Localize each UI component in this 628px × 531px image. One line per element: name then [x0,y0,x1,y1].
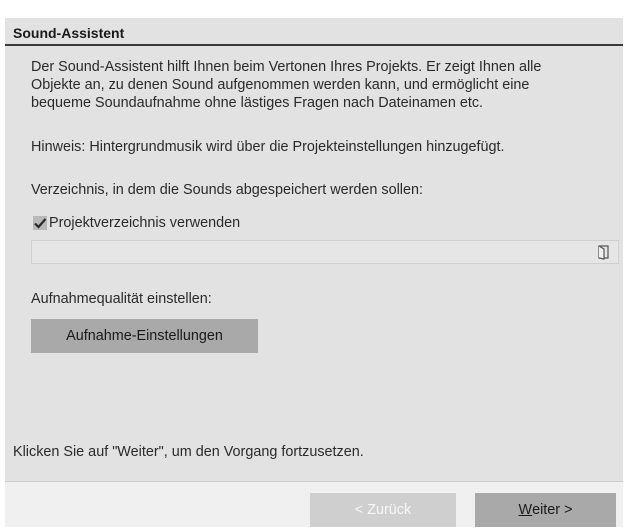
sound-assistant-dialog: Sound-Assistent Der Sound-Assistent hilf… [5,18,623,527]
intro-line-1: Der Sound-Assistent hilft Ihnen beim Ver… [31,59,542,75]
dialog-title: Sound-Assistent [13,25,125,41]
back-button[interactable]: < Zurück [310,493,456,527]
next-button[interactable]: Weiter > [475,493,616,527]
header-divider [5,44,623,46]
button-bar: < Zurück Weiter > [5,481,623,527]
browse-folder-button[interactable] [596,244,612,260]
next-button-mnemonic: W [518,502,533,518]
hint-text: Hinweis: Hintergrundmusik wird über die … [31,139,505,155]
intro-line-2: Objekte an, zu denen Sound aufgenommen w… [31,77,530,93]
continue-hint: Klicken Sie auf "Weiter", um den Vorgang… [13,444,364,460]
next-button-label: eiter > [532,502,573,518]
directory-label: Verzeichnis, in dem die Sounds abgespeic… [31,182,423,198]
use-project-dir-checkbox[interactable] [33,216,47,230]
dialog-header: Sound-Assistent [5,18,623,46]
recording-settings-button[interactable]: Aufnahme-Einstellungen [31,319,258,353]
sound-directory-field[interactable] [31,240,619,264]
folder-icon [598,245,609,260]
check-icon [34,218,47,229]
use-project-dir-label[interactable]: Projektverzeichnis verwenden [49,215,240,231]
quality-label: Aufnahmequalität einstellen: [31,291,212,307]
intro-line-3: bequeme Soundaufnahme ohne lästiges Frag… [31,95,484,111]
